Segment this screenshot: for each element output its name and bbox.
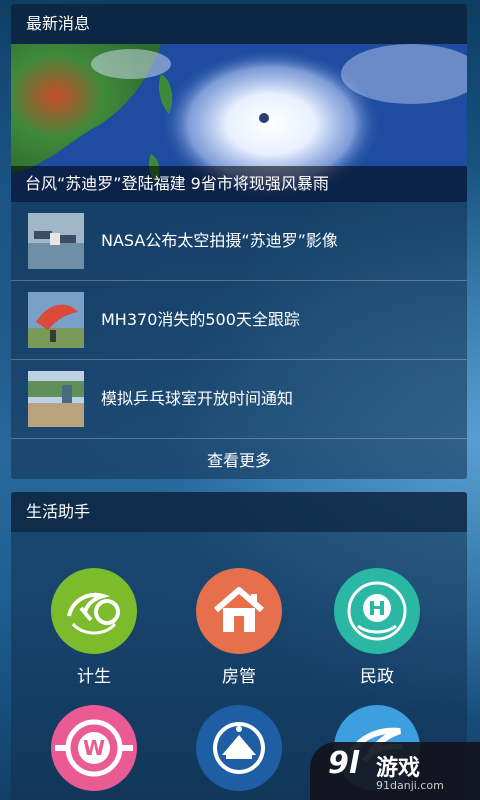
view-more-button[interactable]: 查看更多 (11, 439, 467, 479)
app-civil-affairs[interactable]: 民政 (317, 568, 437, 687)
headline-banner[interactable]: 台风“苏迪罗”登陆福建 9省市将现强风暴雨 (11, 44, 467, 202)
news-list-item[interactable]: 模拟乒乓球室开放时间通知 (11, 360, 467, 439)
app-family-planning[interactable]: 计生 (34, 568, 154, 687)
news-item-title: MH370消失的500天全跟踪 (101, 310, 300, 329)
app-label: 民政 (360, 667, 394, 687)
civil-affairs-icon (334, 568, 420, 654)
watermark-logo: 9l (328, 746, 360, 781)
app-label: 房管 (222, 667, 256, 687)
news-item-title: 模拟乒乓球室开放时间通知 (101, 389, 294, 408)
house-icon (196, 568, 282, 654)
watermark-text: 游戏 (376, 756, 421, 781)
headline-caption: 台风“苏迪罗”登陆福建 9省市将现强风暴雨 (11, 166, 467, 202)
app-w[interactable]: W (34, 705, 154, 799)
app-emblem[interactable] (179, 705, 299, 799)
emblem-icon (196, 705, 282, 791)
watermark-domain: 91danji.com (376, 779, 444, 792)
app-label: 计生 (77, 667, 111, 687)
mh370-thumbnail (28, 292, 84, 348)
svg-text:W: W (83, 736, 105, 760)
space-station-thumbnail (28, 213, 84, 269)
site-watermark: 9l 游戏 91danji.com (310, 742, 480, 800)
news-item-title: NASA公布太空拍摄“苏迪罗”影像 (101, 231, 338, 250)
news-list-item[interactable]: MH370消失的500天全跟踪 (11, 281, 467, 360)
app-housing[interactable]: 房管 (179, 568, 299, 687)
life-section-title: 生活助手 (11, 492, 467, 532)
court-thumbnail (28, 371, 84, 427)
news-card: 最新消息 台风“苏迪罗”登陆福建 9省市将现强风暴雨 NASA公布太空拍摄“苏迪… (11, 4, 467, 479)
news-section-title: 最新消息 (11, 4, 467, 44)
news-list-item[interactable]: NASA公布太空拍摄“苏迪罗”影像 (11, 202, 467, 281)
w-logo-icon: W (51, 705, 137, 791)
family-planning-icon (51, 568, 137, 654)
